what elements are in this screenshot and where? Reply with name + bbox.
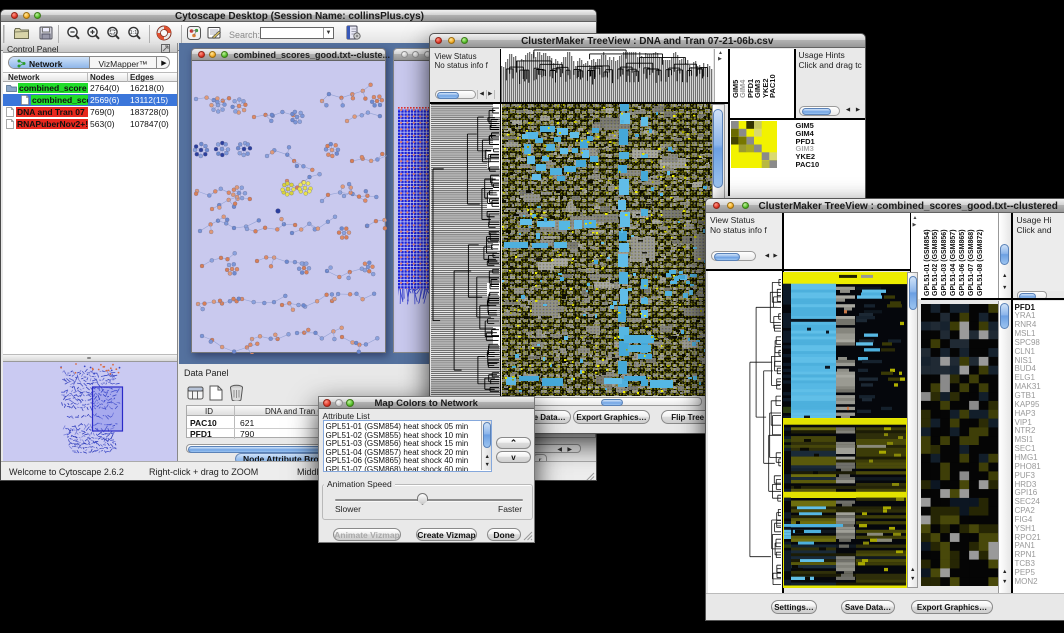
svg-text:1:1: 1:1 (130, 30, 138, 36)
